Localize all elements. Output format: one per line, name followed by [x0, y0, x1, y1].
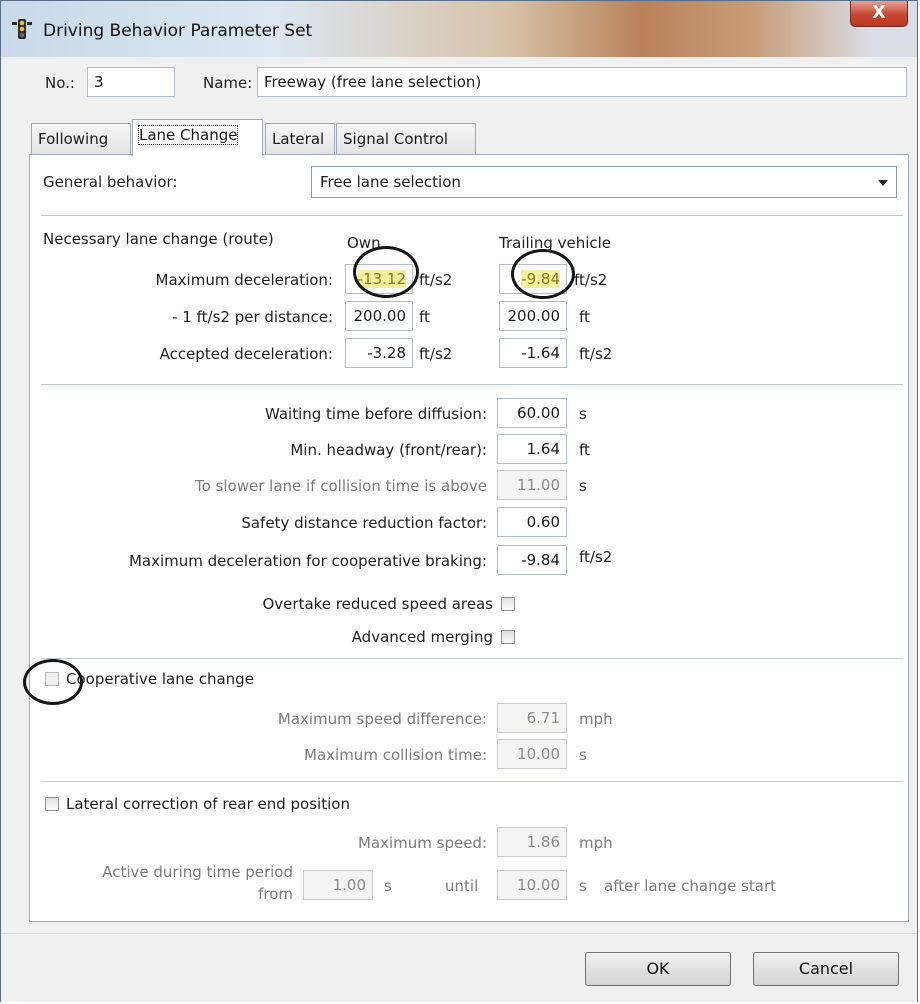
max-speed-diff-field[interactable]: 6.71 [497, 703, 567, 733]
own-accepted-decel-field[interactable]: -3.28 [345, 338, 413, 368]
general-behavior-label: General behavior: [43, 173, 178, 191]
overtake-label: Overtake reduced speed areas [262, 595, 493, 613]
coop-braking-unit: ft/s2 [579, 548, 613, 566]
separator [41, 215, 903, 216]
lateral-correction-label: Lateral correction of rear end position [66, 795, 350, 813]
necessary-lane-change-label: Necessary lane change (route) [43, 230, 274, 248]
window-title: Driving Behavior Parameter Set [43, 21, 313, 41]
period-from-unit: s [384, 877, 392, 895]
trail-per-distance-field[interactable]: 200.00 [499, 301, 567, 331]
slower-lane-field[interactable]: 11.00 [497, 470, 567, 500]
lateral-max-speed-field[interactable]: 1.86 [497, 827, 567, 857]
per-distance-label: - 1 ft/s2 per distance: [172, 308, 333, 326]
min-headway-field[interactable]: 1.64 [497, 434, 567, 464]
title-bar[interactable]: Driving Behavior Parameter Set X [1, 1, 917, 57]
after-lane-change-label: after lane change start [604, 877, 777, 895]
coop-braking-label: Maximum deceleration for cooperative bra… [128, 552, 487, 570]
own-max-decel-field[interactable]: -13.12 [345, 264, 413, 294]
close-button[interactable]: X [850, 1, 908, 27]
max-collision-time-field[interactable]: 10.00 [497, 739, 567, 769]
tab-following-label: Following [38, 130, 109, 148]
name-field[interactable]: Freeway (free lane selection) [257, 67, 907, 97]
own-per-distance-field[interactable]: 200.00 [345, 301, 413, 331]
trail-accepted-decel-field[interactable]: -1.64 [499, 338, 567, 368]
name-label: Name: [203, 74, 253, 92]
advanced-merging-checkbox[interactable] [501, 630, 515, 644]
trailing-column-header: Trailing vehicle [499, 234, 612, 252]
period-until-field[interactable]: 10.00 [497, 870, 567, 900]
own-accepted-decel-unit: ft/s2 [419, 345, 453, 363]
own-max-decel-value: -13.12 [357, 270, 406, 288]
until-label: until [445, 877, 479, 895]
lateral-max-speed-label: Maximum speed: [357, 834, 487, 852]
cooperative-lane-change-checkbox[interactable] [45, 672, 59, 686]
cooperative-lane-change-label: Cooperative lane change [66, 670, 254, 688]
own-per-distance-unit: ft [419, 308, 430, 326]
tab-lateral-label: Lateral [272, 130, 325, 148]
own-max-decel-unit: ft/s2 [419, 271, 453, 289]
waiting-time-field[interactable]: 60.00 [497, 398, 567, 428]
period-from-field[interactable]: 1.00 [303, 870, 373, 900]
tab-lane-change-label: Lane Change [137, 125, 239, 145]
min-headway-unit: ft [579, 441, 590, 459]
max-speed-diff-label: Maximum speed difference: [277, 710, 487, 728]
slower-lane-label: To slower lane if collision time is abov… [195, 477, 487, 495]
tab-lane-change[interactable]: Lane Change [132, 119, 263, 156]
period-until-unit: s [579, 877, 587, 895]
coop-braking-field[interactable]: -9.84 [497, 545, 567, 575]
safety-distance-label: Safety distance reduction factor: [241, 514, 487, 532]
no-field[interactable]: 3 [87, 67, 175, 97]
tab-signal-control-label: Signal Control [343, 130, 449, 148]
trail-max-decel-field[interactable]: -9.84 [499, 264, 567, 294]
accepted-decel-label: Accepted deceleration: [159, 345, 333, 363]
min-headway-label: Min. headway (front/rear): [290, 441, 487, 459]
max-decel-label: Maximum deceleration: [155, 271, 333, 289]
cancel-button[interactable]: Cancel [753, 952, 899, 986]
waiting-time-unit: s [579, 405, 587, 423]
trail-max-decel-value: -9.84 [521, 270, 560, 288]
separator [41, 384, 903, 385]
trail-accepted-decel-unit: ft/s2 [579, 345, 613, 363]
trail-max-decel-unit: ft/s2 [574, 271, 608, 289]
dialog-window: Driving Behavior Parameter Set X No.: 3 … [0, 0, 918, 1002]
own-column-header: Own [347, 234, 381, 252]
overtake-checkbox[interactable] [501, 597, 515, 611]
max-speed-diff-unit: mph [579, 710, 613, 728]
lateral-correction-checkbox[interactable] [45, 797, 59, 811]
advanced-merging-label: Advanced merging [351, 628, 493, 646]
chevron-down-icon [878, 180, 888, 186]
tab-signal-control[interactable]: Signal Control [336, 123, 476, 155]
lateral-max-speed-unit: mph [579, 834, 613, 852]
active-period-from-label: from [258, 885, 293, 903]
general-behavior-value: Free lane selection [320, 173, 461, 191]
safety-distance-field[interactable]: 0.60 [497, 507, 567, 537]
waiting-time-label: Waiting time before diffusion: [264, 405, 487, 423]
separator [41, 781, 903, 782]
active-period-label: Active during time period [102, 863, 293, 881]
separator [41, 658, 903, 659]
tab-lateral[interactable]: Lateral [265, 123, 335, 155]
max-collision-time-unit: s [579, 746, 587, 764]
slower-lane-unit: s [579, 477, 587, 495]
tab-following[interactable]: Following [31, 123, 131, 155]
no-label: No.: [45, 74, 75, 92]
trail-per-distance-unit: ft [579, 308, 590, 326]
ok-button[interactable]: OK [585, 952, 731, 986]
traffic-light-app-icon [12, 19, 32, 39]
max-collision-time-label: Maximum collision time: [304, 746, 487, 764]
general-behavior-select[interactable]: Free lane selection [311, 166, 897, 198]
